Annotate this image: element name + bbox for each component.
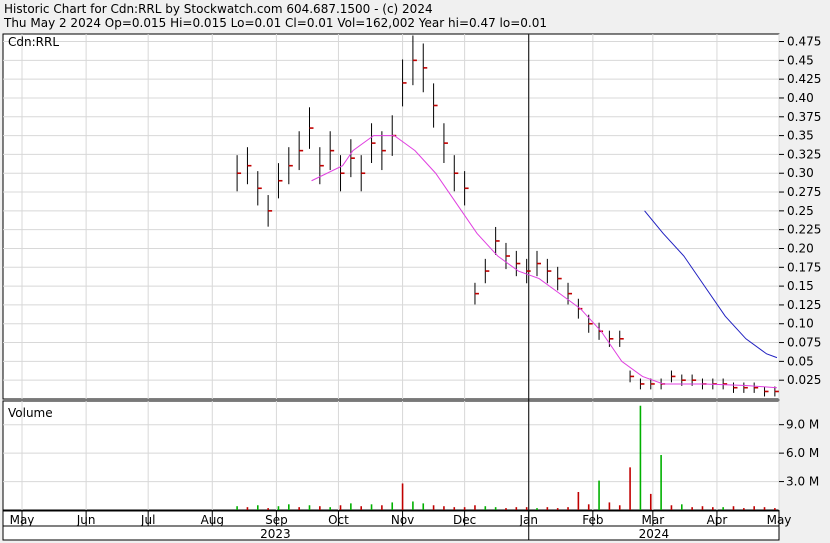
price-tick-label: 0.475: [787, 35, 821, 49]
month-tick-label: May: [767, 513, 792, 527]
price-tick-label: 0.425: [787, 72, 821, 86]
price-tick-label: 0.30: [787, 166, 814, 180]
price-panel: [2, 33, 780, 400]
price-tick-label: 0.275: [787, 185, 821, 199]
price-tick-label: 0.175: [787, 260, 821, 274]
month-tick-label: Apr: [707, 513, 728, 527]
price-tick-label: 0.15: [787, 279, 814, 293]
price-tick-label: 0.025: [787, 373, 821, 387]
price-panel-title: Cdn:RRL: [8, 35, 59, 49]
price-tick-label: 0.05: [787, 354, 814, 368]
month-tick-label: Oct: [328, 513, 349, 527]
month-tick-label: Jan: [518, 513, 538, 527]
volume-axis: 9.0 M 6.0 M 3.0 M: [779, 418, 819, 489]
price-tick-label: 0.075: [787, 336, 821, 350]
chart-header-line1: Historic Chart for Cdn:RRL by Stockwatch…: [4, 2, 433, 16]
price-tick-label: 0.10: [787, 317, 814, 331]
volume-panel-title: Volume: [8, 406, 53, 420]
price-tick-label: 0.225: [787, 223, 821, 237]
volume-tick-label: 3.0 M: [786, 475, 819, 489]
month-tick-label: Aug: [201, 513, 224, 527]
chart-header-line2: Thu May 2 2024 Op=0.015 Hi=0.015 Lo=0.01…: [3, 16, 547, 30]
price-tick-label: 0.20: [787, 241, 814, 255]
price-tick-label: 0.45: [787, 53, 814, 67]
month-tick-label: May: [10, 513, 35, 527]
price-tick-label: 0.325: [787, 147, 821, 161]
year-label: 2023: [260, 527, 291, 541]
price-tick-label: 0.35: [787, 129, 814, 143]
year-label: 2024: [639, 527, 670, 541]
month-tick-label: Feb: [582, 513, 603, 527]
month-tick-label: Mar: [642, 513, 665, 527]
month-tick-label: Dec: [453, 513, 476, 527]
price-tick-label: 0.375: [787, 110, 821, 124]
stock-chart: Historic Chart for Cdn:RRL by Stockwatch…: [0, 0, 830, 543]
price-tick-label: 0.40: [787, 91, 814, 105]
month-tick-label: Nov: [391, 513, 414, 527]
price-tick-label: 0.25: [787, 204, 814, 218]
price-tick-label: 0.125: [787, 298, 821, 312]
volume-tick-label: 6.0 M: [786, 446, 819, 460]
month-tick-label: Sep: [265, 513, 288, 527]
volume-tick-label: 9.0 M: [786, 418, 819, 432]
month-tick-label: Jul: [140, 513, 155, 527]
volume-panel: [2, 400, 780, 511]
month-tick-label: Jun: [76, 513, 96, 527]
